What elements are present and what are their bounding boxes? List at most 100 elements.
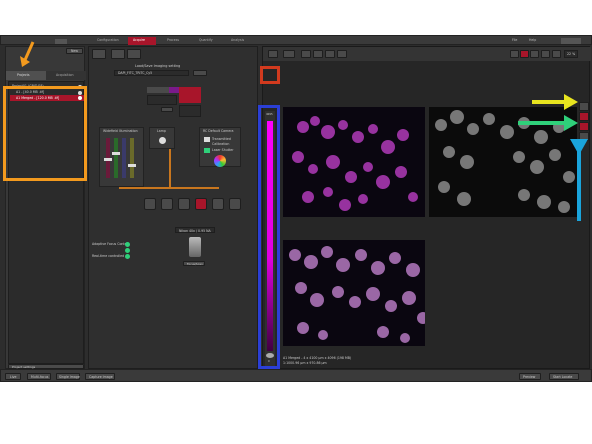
tab-quantify[interactable]: Quantify — [199, 38, 213, 42]
start-locate-button[interactable]: Start Locate — [549, 373, 579, 380]
channel-side-button[interactable] — [579, 102, 589, 111]
channel-side-button-active[interactable] — [579, 122, 589, 131]
multifocus-label: Multi-focus — [31, 375, 49, 379]
grid-icon[interactable] — [92, 49, 106, 59]
status-dot — [125, 242, 130, 247]
tab-analysis[interactable]: Analysis — [231, 38, 244, 42]
tab-acquire[interactable]: Acquire — [128, 37, 156, 45]
tool-button[interactable] — [301, 50, 311, 58]
bottom-bar: Live Multi-focus Single Image Capture Im… — [0, 369, 592, 382]
cyan-arrow-icon — [570, 139, 588, 221]
capture-image-button[interactable]: Capture Image — [85, 373, 115, 380]
menu-icon[interactable] — [55, 39, 67, 44]
orange-annotation-box — [3, 86, 87, 181]
acquisition-panel: Load/Save Imaging setting DAPI_FITC_TRIT… — [88, 46, 258, 369]
tool-button-active[interactable] — [520, 50, 529, 58]
top-menubar: Configuration Acquire Process Quantify A… — [0, 35, 592, 45]
tab-acquisition[interactable]: Acquisition — [46, 71, 86, 80]
tool-button[interactable] — [552, 50, 561, 58]
filter-cube-button[interactable] — [212, 198, 224, 210]
yellow-arrow-icon — [532, 94, 578, 110]
slider-handle[interactable] — [112, 152, 120, 155]
channel-params — [147, 95, 177, 105]
image-info-scale: 1:1000.96 µm x 970.86 µm — [283, 361, 327, 365]
filter-cube-button[interactable] — [178, 198, 190, 210]
channel-dapi[interactable] — [147, 87, 169, 93]
camera-panel: RC Default Camera Transmitted Calibratio… — [199, 127, 241, 167]
camera-item: Calibration — [212, 142, 230, 146]
slider-track[interactable] — [122, 138, 126, 178]
tab-process[interactable]: Process — [167, 38, 179, 42]
image-tile-cy5[interactable] — [283, 107, 425, 217]
filter-cube-button[interactable] — [161, 198, 173, 210]
live-label: Live — [10, 375, 17, 379]
viewer-toolbar: 22 % — [263, 47, 591, 61]
image-tile-merged[interactable] — [283, 240, 425, 346]
capture-image-label: Capture Image — [89, 375, 113, 379]
illumination-panel: Widefield Illumination — [99, 127, 144, 187]
slider-track[interactable] — [130, 138, 134, 178]
slider-track[interactable] — [114, 138, 118, 178]
start-locate-label: Start Locate — [553, 375, 573, 379]
adaptive-focus-label: Adaptive Focus Control — [92, 242, 129, 246]
laser-shutter-icon[interactable] — [204, 148, 210, 153]
view-mode-button[interactable] — [268, 50, 278, 58]
tab-acquire-label: Acquire — [133, 38, 146, 42]
single-image-button[interactable]: Single Image — [56, 373, 80, 380]
window-controls[interactable] — [561, 38, 581, 44]
live-button[interactable]: Live — [5, 373, 21, 380]
slider-handle[interactable] — [104, 158, 112, 161]
objective-icon[interactable] — [189, 237, 201, 257]
setting-select[interactable]: DAPI_FITC_TRITC_Cy5 — [114, 70, 189, 76]
tool-button[interactable] — [283, 50, 295, 58]
realtime-label: Real-time controlled — [92, 254, 125, 258]
save-setting-button[interactable] — [193, 70, 207, 76]
objective-select[interactable]: Nikon 40x / 0.95 NA — [175, 227, 215, 233]
setting-select-value: DAPI_FITC_TRITC_Cy5 — [118, 71, 153, 75]
filter-wheel-icon[interactable] — [214, 155, 226, 167]
tool-button[interactable] — [325, 50, 335, 58]
camera-title: RC Default Camera — [203, 129, 234, 133]
status-dot — [125, 248, 130, 253]
camera-icon[interactable] — [111, 49, 125, 59]
green-arrow-icon — [518, 115, 578, 131]
menu-file[interactable]: File — [512, 38, 517, 42]
tool-button[interactable] — [530, 50, 539, 58]
filter-cube-button[interactable] — [229, 198, 241, 210]
tab-projects-label: Projects — [17, 73, 30, 77]
new-button-label: New — [71, 49, 78, 53]
lamp-title: Lamp — [157, 129, 166, 133]
single-image-label: Single Image — [59, 375, 80, 379]
filter-cube-button[interactable] — [144, 198, 156, 210]
lamp-icon[interactable] — [159, 137, 166, 144]
focus-scan-button[interactable]: Focus/Scan — [183, 261, 205, 266]
zoom-field[interactable]: 22 % — [564, 50, 578, 58]
multifocus-button[interactable]: Multi-focus — [27, 373, 51, 380]
settings-icon[interactable] — [127, 49, 141, 59]
blue-annotation-box — [258, 105, 280, 369]
new-button[interactable]: New — [66, 48, 83, 54]
tab-projects[interactable]: Projects — [6, 71, 46, 80]
tool-button[interactable] — [541, 50, 550, 58]
tool-button[interactable] — [313, 50, 323, 58]
slider-handle[interactable] — [128, 164, 136, 167]
tool-button[interactable] — [510, 50, 519, 58]
preview-button[interactable]: Preview — [519, 373, 541, 380]
tab-configuration[interactable]: Configuration — [97, 38, 119, 42]
illumination-title: Widefield Illumination — [103, 129, 138, 133]
channel-active[interactable] — [179, 87, 201, 103]
transmitted-icon[interactable] — [204, 137, 210, 142]
menu-help[interactable]: Help — [529, 38, 536, 42]
tool-button[interactable] — [337, 50, 347, 58]
filter-cube-button-active[interactable] — [195, 198, 207, 210]
focus-scan-label: Focus/Scan — [187, 262, 203, 266]
tab-acquisition-label: Acquisition — [56, 73, 74, 77]
preview-label: Preview — [523, 375, 536, 379]
red-annotation-box — [260, 66, 280, 84]
exposure-field[interactable] — [179, 105, 201, 117]
orange-arrow-icon — [20, 41, 35, 67]
channel-side-button-active[interactable] — [579, 112, 589, 121]
channel-toggle[interactable] — [161, 107, 173, 112]
filter-row — [144, 195, 259, 213]
zoom-value: 22 % — [567, 52, 576, 56]
